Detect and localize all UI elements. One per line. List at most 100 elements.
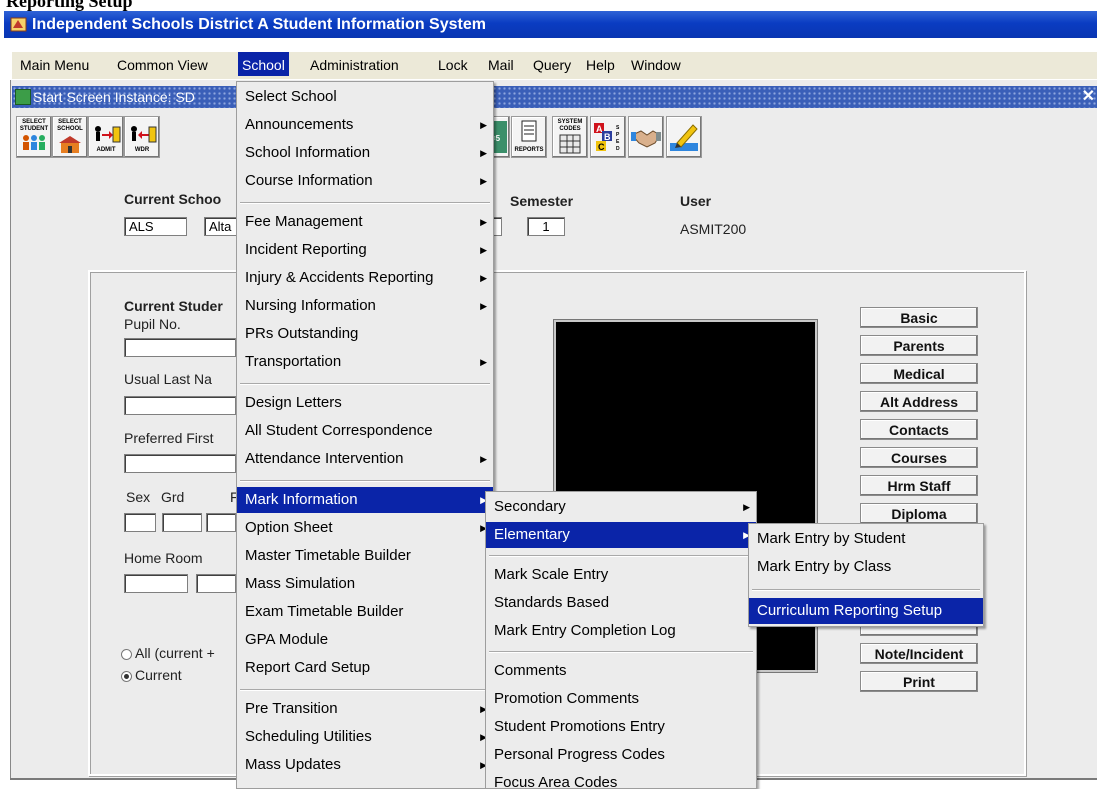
preferred-first-field[interactable] — [124, 454, 236, 473]
menu-item-label: Option Sheet — [245, 519, 333, 536]
basic-button[interactable]: Basic — [860, 307, 978, 328]
submenu-arrow-icon: ▶ — [480, 273, 487, 283]
menu-item-personal-progress-codes[interactable]: Personal Progress Codes — [486, 742, 756, 768]
menu-item-comments[interactable]: Comments — [486, 658, 756, 684]
system-codes-icon — [559, 134, 581, 154]
menu-item-incident-reporting[interactable]: Incident Reporting ▶ — [237, 237, 493, 263]
menu-item-label: Mark Information — [245, 491, 358, 508]
hrm-staff-button[interactable]: Hrm Staff — [860, 475, 978, 496]
menu-item-label: Incident Reporting — [245, 241, 367, 258]
menu-query[interactable]: Query — [529, 52, 575, 76]
menu-item-scheduling-utilities[interactable]: Scheduling Utilities ▶ — [237, 724, 493, 750]
menu-school[interactable]: School — [238, 52, 289, 76]
menu-separator — [240, 382, 490, 385]
menu-main-menu[interactable]: Main Menu — [16, 52, 93, 76]
close-icon[interactable]: ✕ — [1082, 86, 1095, 108]
admit-caption: ADMIT — [96, 147, 116, 153]
menu-item-report-card-setup[interactable]: Report Card Setup — [237, 655, 493, 681]
sex-field[interactable] — [124, 513, 156, 532]
menu-item-focus-area-codes[interactable]: Focus Area Codes — [486, 770, 756, 788]
menu-item-select-school[interactable]: Select School — [237, 84, 493, 110]
handshake-button[interactable] — [628, 116, 664, 158]
menu-item-label: School Information — [245, 144, 371, 161]
edit-button[interactable] — [666, 116, 702, 158]
home-room-field[interactable] — [124, 574, 188, 593]
menu-item-mark-information[interactable]: Mark Information ▶ — [237, 487, 493, 513]
menu-item-nursing-information[interactable]: Nursing Information ▶ — [237, 293, 493, 319]
note-incident-button[interactable]: Note/Incident — [860, 643, 978, 664]
menu-item-mark-scale-entry[interactable]: Mark Scale Entry — [486, 562, 756, 588]
menu-item-label: Injury & Accidents Reporting — [245, 269, 434, 286]
menu-item-standards-based[interactable]: Standards Based — [486, 590, 756, 616]
grade-field[interactable] — [162, 513, 202, 532]
menu-item-transportation[interactable]: Transportation ▶ — [237, 349, 493, 375]
menu-item-gpa-module[interactable]: GPA Module — [237, 627, 493, 653]
print-button[interactable]: Print — [860, 671, 978, 692]
radio-all[interactable] — [121, 649, 132, 660]
menu-item-master-timetable-builder[interactable]: Master Timetable Builder — [237, 543, 493, 569]
alt-address-button[interactable]: Alt Address — [860, 391, 978, 412]
menu-item-curriculum-reporting-setup[interactable]: Curriculum Reporting Setup — [749, 598, 983, 624]
home-room-teacher-field[interactable] — [196, 574, 236, 593]
diploma-button[interactable]: Diploma — [860, 503, 978, 524]
menu-item-attendance-intervention[interactable]: Attendance Intervention ▶ — [237, 446, 493, 472]
select-school-icon — [59, 136, 81, 153]
menu-item-student-promotions-entry[interactable]: Student Promotions Entry — [486, 714, 756, 740]
menu-item-school-information[interactable]: School Information ▶ — [237, 140, 493, 166]
select-student-button[interactable]: SELECT STUDENT — [16, 116, 52, 158]
f-field[interactable] — [206, 513, 236, 532]
menu-item-announcements[interactable]: Announcements ▶ — [237, 112, 493, 138]
medical-button[interactable]: Medical — [860, 363, 978, 384]
menu-mail[interactable]: Mail — [484, 52, 518, 76]
svg-text:P: P — [616, 132, 620, 138]
select-school-caption: SELECT SCHOOL — [57, 119, 83, 132]
menu-item-secondary[interactable]: Secondary ▶ — [486, 494, 756, 520]
inner-window-title-bar: Start Screen Instance: SD ✕ — [12, 86, 1097, 108]
menu-item-label: Mark Entry by Student — [757, 530, 906, 547]
submenu-arrow-icon: ▶ — [480, 454, 487, 464]
withdraw-button[interactable]: WDR — [124, 116, 160, 158]
sped-button[interactable]: ABC SPED — [590, 116, 626, 158]
menu-item-label: Exam Timetable Builder — [245, 603, 404, 620]
select-school-button[interactable]: SELECT SCHOOL — [52, 116, 88, 158]
system-codes-caption: SYSTEM CODES — [557, 119, 583, 132]
radio-current[interactable] — [121, 671, 132, 682]
menu-lock[interactable]: Lock — [434, 52, 472, 76]
menu-window[interactable]: Window — [627, 52, 685, 76]
admit-button[interactable]: ADMIT — [88, 116, 124, 158]
usual-last-name-field[interactable] — [124, 396, 236, 415]
menu-item-fee-management[interactable]: Fee Management ▶ — [237, 209, 493, 235]
menu-item-all-student-correspondence[interactable]: All Student Correspondence — [237, 418, 493, 444]
menu-item-option-sheet[interactable]: Option Sheet ▶ — [237, 515, 493, 541]
menu-help[interactable]: Help — [582, 52, 619, 76]
system-codes-button[interactable]: SYSTEM CODES — [552, 116, 588, 158]
pupil-no-label: Pupil No. — [124, 316, 181, 332]
menu-item-promotion-comments[interactable]: Promotion Comments — [486, 686, 756, 712]
select-student-caption: SELECT STUDENT — [19, 119, 49, 132]
reports-button[interactable]: REPORTS — [511, 116, 547, 158]
menu-item-pre-transition[interactable]: Pre Transition ▶ — [237, 696, 493, 722]
school-code-field[interactable]: ALS — [124, 217, 187, 236]
menu-item-elementary[interactable]: Elementary ▶ — [486, 522, 756, 548]
menu-item-mark-entry-by-student[interactable]: Mark Entry by Student — [749, 526, 983, 552]
menu-item-course-information[interactable]: Course Information ▶ — [237, 168, 493, 194]
menu-item-injury-accidents-reporting[interactable]: Injury & Accidents Reporting ▶ — [237, 265, 493, 291]
withdraw-caption: WDR — [134, 147, 150, 153]
menu-item-mass-simulation[interactable]: Mass Simulation — [237, 571, 493, 597]
parents-button[interactable]: Parents — [860, 335, 978, 356]
menu-separator — [489, 555, 753, 557]
pupil-no-field[interactable] — [124, 338, 236, 357]
contacts-button[interactable]: Contacts — [860, 419, 978, 440]
menu-item-prs-outstanding[interactable]: PRs Outstanding — [237, 321, 493, 347]
menu-item-design-letters[interactable]: Design Letters — [237, 390, 493, 416]
courses-button[interactable]: Courses — [860, 447, 978, 468]
menu-administration[interactable]: Administration — [306, 52, 403, 76]
menu-item-mark-entry-by-class[interactable]: Mark Entry by Class — [749, 554, 983, 580]
school-name-field[interactable]: Alta — [204, 217, 240, 236]
menu-item-label: Mark Entry by Class — [757, 558, 892, 575]
menu-common-view[interactable]: Common View — [113, 52, 212, 76]
menu-item-exam-timetable-builder[interactable]: Exam Timetable Builder — [237, 599, 493, 625]
semester-field[interactable]: 1 — [527, 217, 565, 236]
menu-item-mark-entry-completion-log[interactable]: Mark Entry Completion Log — [486, 618, 756, 644]
menu-item-mass-updates[interactable]: Mass Updates ▶ — [237, 752, 493, 778]
